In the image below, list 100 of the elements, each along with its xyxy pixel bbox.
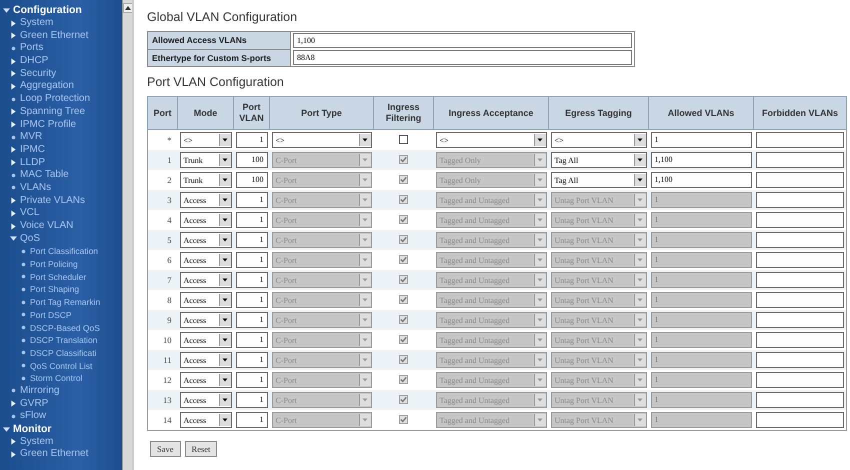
egress-tagging-dropdown[interactable]: Tag All	[550, 152, 646, 168]
port-vlan-field[interactable]: 1	[236, 412, 268, 428]
sidebar-item[interactable]: Loop Protection	[20, 93, 90, 106]
sidebar-item[interactable]: Green Ethernet	[20, 448, 88, 460]
mode-dropdown[interactable]: Access	[180, 332, 232, 348]
forbidden-vlans-field[interactable]	[756, 392, 844, 408]
sidebar-item[interactable]: Green Ethernet	[20, 30, 88, 42]
sidebar-item[interactable]: LLDP	[20, 156, 46, 169]
forbidden-vlans-field[interactable]	[756, 412, 844, 428]
port-vlan-field[interactable]: 100	[236, 172, 268, 188]
sidebar-item[interactable]: System	[20, 436, 54, 448]
mode-dropdown[interactable]: Access	[180, 192, 232, 208]
port-vlan-field[interactable]: 1	[236, 132, 268, 148]
mode-dropdown[interactable]: Access	[180, 392, 232, 408]
scroll-up-icon[interactable]	[122, 3, 132, 13]
sidebar-item[interactable]: Port Scheduler	[30, 270, 86, 283]
mode-dropdown[interactable]: Trunk	[180, 172, 232, 188]
sidebar-item[interactable]: DSCP Classificati	[30, 346, 96, 359]
expand-triangle-icon[interactable]	[10, 235, 17, 242]
mode-dropdown[interactable]: Access	[180, 292, 232, 308]
mode-dropdown[interactable]: Access	[180, 212, 232, 228]
port-vlan-field[interactable]: 1	[236, 352, 268, 368]
sidebar-item[interactable]: Voice VLAN	[20, 220, 74, 232]
mode-dropdown[interactable]: Access	[180, 352, 232, 368]
port-vlan-field[interactable]: 1	[236, 292, 268, 308]
mode-dropdown[interactable]: Access	[180, 312, 232, 328]
sidebar-item[interactable]: VCL	[20, 207, 40, 220]
sidebar-item[interactable]: Storm Control	[30, 372, 82, 384]
form-button[interactable]: Reset	[184, 441, 218, 457]
checkbox[interactable]	[399, 135, 408, 144]
forbidden-vlans-field[interactable]	[756, 372, 844, 388]
sidebar-item[interactable]: VLANs	[20, 182, 52, 194]
mode-dropdown[interactable]: Trunk	[180, 152, 232, 168]
forbidden-vlans-field[interactable]	[756, 212, 844, 228]
sidebar-item[interactable]: IPMC	[20, 144, 45, 156]
port-vlan-field[interactable]: 1	[236, 312, 268, 328]
port-vlan-field[interactable]: 1	[236, 392, 268, 408]
forbidden-vlans-field[interactable]	[756, 232, 844, 248]
forbidden-vlans-field[interactable]	[756, 192, 844, 208]
expand-triangle-icon[interactable]	[3, 426, 10, 433]
mode-dropdown[interactable]: Access	[180, 412, 232, 428]
port-type-dropdown[interactable]: <>	[272, 132, 372, 148]
bullet-icon	[20, 273, 27, 280]
forbidden-vlans-field[interactable]	[756, 272, 844, 288]
mode-dropdown[interactable]: Access	[180, 252, 232, 268]
mode-dropdown[interactable]: <>	[180, 132, 232, 148]
sidebar-item[interactable]: Port Shaping	[30, 283, 80, 296]
port-vlan-field[interactable]: 1	[236, 372, 268, 388]
sidebar-item[interactable]: Security	[20, 68, 56, 80]
scrollbar[interactable]	[122, 0, 132, 470]
sidebar-item[interactable]: Private VLANs	[20, 194, 86, 207]
allowed-vlans-field[interactable]: 1	[650, 132, 752, 148]
port-vlan-field[interactable]: 1	[236, 272, 268, 288]
port-vlan-field[interactable]: 1	[236, 332, 268, 348]
input-field[interactable]: 88A8	[293, 50, 632, 65]
sidebar-item[interactable]: Mirroring	[20, 384, 60, 397]
sidebar-item[interactable]: DSCP-Based QoS	[30, 322, 100, 334]
sidebar-item[interactable]: DSCP Translation	[30, 334, 98, 346]
input-field[interactable]: 1,100	[293, 33, 632, 48]
allowed-vlans-field[interactable]: 1,100	[650, 152, 752, 168]
sidebar-item[interactable]: MAC Table	[20, 169, 69, 182]
sidebar-item[interactable]: Spanning Tree	[20, 106, 86, 118]
mode-dropdown[interactable]: Access	[180, 232, 232, 248]
mode-dropdown[interactable]: Access	[180, 372, 232, 388]
form-button[interactable]: Save	[150, 441, 181, 457]
ingress-acceptance-dropdown[interactable]: <>	[436, 132, 546, 148]
sidebar-item[interactable]: Configuration	[13, 4, 82, 16]
sidebar-item[interactable]: System	[20, 17, 54, 30]
port-vlan-field[interactable]: 1	[236, 192, 268, 208]
sidebar-item[interactable]: MVR	[20, 131, 42, 144]
forbidden-vlans-field[interactable]	[756, 172, 844, 188]
mode-dropdown[interactable]: Access	[180, 272, 232, 288]
port-vlan-field[interactable]: 1	[236, 232, 268, 248]
forbidden-vlans-field[interactable]	[756, 332, 844, 348]
sidebar-item[interactable]: DHCP	[20, 55, 48, 68]
sidebar-item[interactable]: Aggregation	[20, 80, 74, 92]
sidebar-item[interactable]: Port DSCP	[30, 308, 72, 321]
sidebar-item[interactable]: GVRP	[20, 398, 48, 410]
sidebar-item[interactable]: IPMC Profile	[20, 118, 76, 131]
forbidden-vlans-field[interactable]	[756, 152, 844, 168]
sidebar-item[interactable]: QoS	[20, 232, 40, 245]
sidebar-item[interactable]: sFlow	[20, 410, 46, 422]
port-vlan-field[interactable]: 1	[236, 212, 268, 228]
egress-tagging-dropdown[interactable]: <>	[550, 132, 646, 148]
sidebar-item[interactable]: Port Classification	[30, 245, 98, 258]
sidebar-item[interactable]: QoS Control List	[30, 360, 92, 372]
port-vlan-field[interactable]: 1	[236, 252, 268, 268]
forbidden-vlans-field[interactable]	[756, 352, 844, 368]
sidebar-item[interactable]: Ports	[20, 42, 44, 54]
port-vlan-field[interactable]: 100	[236, 152, 268, 168]
forbidden-vlans-field[interactable]	[756, 252, 844, 268]
forbidden-vlans-field[interactable]	[756, 132, 844, 148]
expand-triangle-icon[interactable]	[3, 6, 10, 14]
allowed-vlans-field[interactable]: 1,100	[650, 172, 752, 188]
egress-tagging-dropdown[interactable]: Tag All	[550, 172, 646, 188]
sidebar-item[interactable]: Port Policing	[30, 258, 78, 270]
sidebar-item[interactable]: Port Tag Remarkin	[30, 296, 100, 308]
forbidden-vlans-field[interactable]	[756, 292, 844, 308]
forbidden-vlans-field[interactable]	[756, 312, 844, 328]
sidebar-item[interactable]: Monitor	[13, 423, 52, 436]
